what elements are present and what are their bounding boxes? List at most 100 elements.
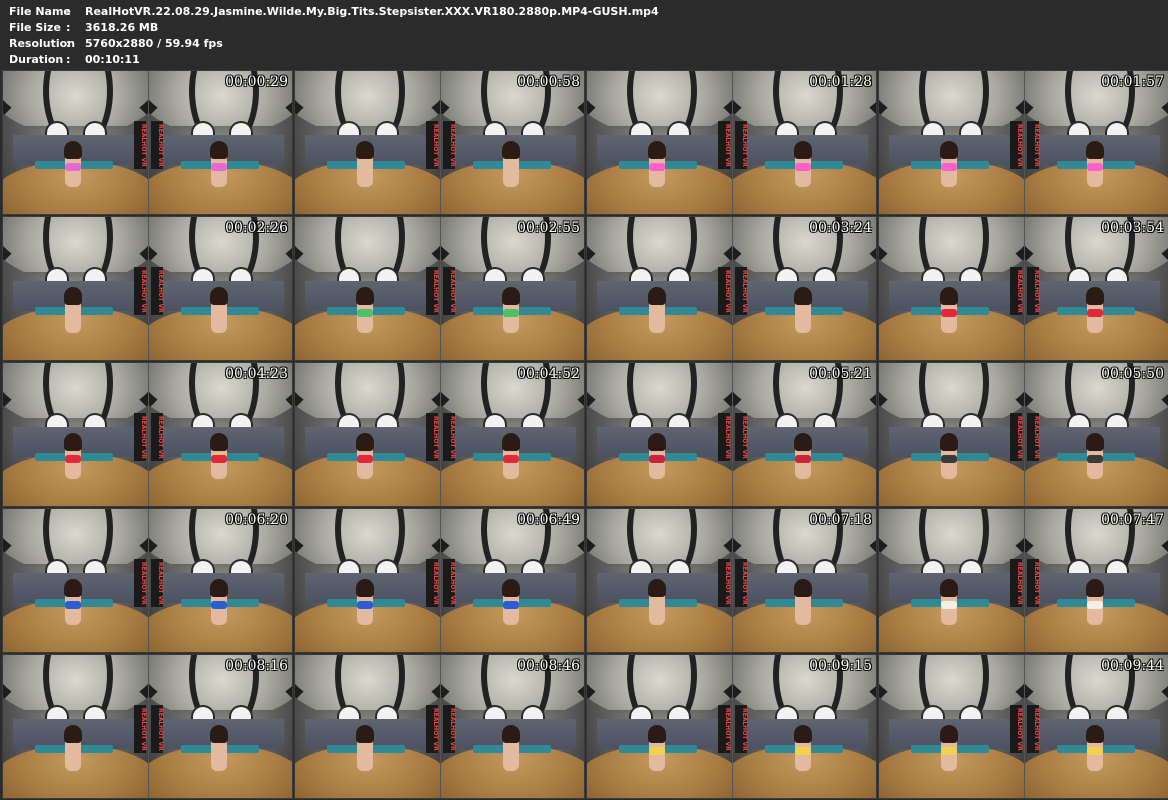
stereo-view-left: REALHOT VR [3, 363, 148, 506]
stereo-view-right: REALHOT VR [1025, 655, 1168, 798]
timestamp: 00:04:52 [517, 366, 580, 382]
room-scene: REALHOT VR [149, 655, 292, 798]
stereo-view-left: REALHOT VR [3, 509, 148, 652]
figure-hair [64, 725, 82, 743]
figure-hair [940, 141, 958, 159]
figure-garment [503, 601, 519, 609]
room-scene: REALHOT VR [295, 655, 440, 798]
timestamp: 00:09:15 [809, 658, 872, 674]
figure [356, 725, 374, 771]
watermark-logo: REALHOT VR [1027, 559, 1040, 607]
figure [210, 579, 228, 625]
room-scene: REALHOT VR [879, 71, 1024, 214]
thumbnail: REALHOT VR REALHOT VR 00:07:47 [878, 508, 1168, 653]
figure [794, 141, 812, 187]
figure-hair [940, 287, 958, 305]
thumbnail: REALHOT VR REALHOT VR 00:08:46 [294, 654, 585, 799]
room-scene: REALHOT VR [879, 509, 1024, 652]
stereo-view-left: REALHOT VR [587, 217, 732, 360]
figure-hair [210, 433, 228, 451]
info-label: Duration [9, 53, 64, 66]
figure-hair [64, 579, 82, 597]
stereo-view-left: REALHOT VR [587, 655, 732, 798]
figure-hair [794, 725, 812, 743]
figure-garment [795, 455, 811, 463]
figure [1086, 433, 1104, 479]
watermark-logo: REALHOT VR [1027, 121, 1040, 169]
figure-hair [356, 433, 374, 451]
info-separator: : [66, 21, 71, 34]
room-scene: REALHOT VR [733, 363, 876, 506]
info-label: File Name [9, 5, 71, 18]
figure [794, 579, 812, 625]
figure [356, 579, 374, 625]
figure-garment [1087, 601, 1103, 609]
room-scene: REALHOT VR [733, 71, 876, 214]
watermark-logo: REALHOT VR [718, 267, 731, 315]
thumbnail: REALHOT VR REALHOT VR 00:08:16 [2, 654, 293, 799]
stereo-view-right: REALHOT VR [1025, 363, 1168, 506]
info-value: 3618.26 MB [85, 21, 159, 34]
figure [940, 433, 958, 479]
watermark-logo: REALHOT VR [718, 413, 731, 461]
room-scene: REALHOT VR [879, 655, 1024, 798]
stereo-view-right: REALHOT VR [733, 509, 876, 652]
stereo-view-right: REALHOT VR [733, 217, 876, 360]
figure-garment [795, 163, 811, 171]
figure-hair [356, 287, 374, 305]
room-scene: REALHOT VR [587, 217, 732, 360]
room-scene: REALHOT VR [295, 509, 440, 652]
figure [210, 141, 228, 187]
figure-garment [211, 309, 227, 317]
stereo-view-left: REALHOT VR [587, 363, 732, 506]
info-label: File Size [9, 21, 61, 34]
watermark-logo: REALHOT VR [443, 413, 456, 461]
stereo-view-right: REALHOT VR [1025, 509, 1168, 652]
stereo-view-right: REALHOT VR [149, 363, 292, 506]
figure-hair [210, 579, 228, 597]
watermark-logo: REALHOT VR [443, 705, 456, 753]
stereo-view-right: REALHOT VR [149, 509, 292, 652]
figure-hair [1086, 579, 1104, 597]
watermark-logo: REALHOT VR [151, 121, 164, 169]
stereo-view-left: REALHOT VR [587, 71, 732, 214]
stereo-view-left: REALHOT VR [295, 217, 440, 360]
figure-garment [357, 455, 373, 463]
watermark-logo: REALHOT VR [718, 121, 731, 169]
figure-garment [211, 601, 227, 609]
figure-garment [1087, 163, 1103, 171]
figure [356, 433, 374, 479]
figure [210, 725, 228, 771]
figure [1086, 141, 1104, 187]
stereo-view-right: REALHOT VR [733, 71, 876, 214]
timestamp: 00:03:54 [1101, 220, 1164, 236]
thumbnail: REALHOT VR REALHOT VR 00:02:26 [2, 216, 293, 361]
figure-hair [502, 141, 520, 159]
figure-garment [65, 601, 81, 609]
room-scene: REALHOT VR [1025, 363, 1168, 506]
stereo-view-right: REALHOT VR [441, 217, 584, 360]
figure-garment [357, 601, 373, 609]
figure [64, 725, 82, 771]
info-separator: : [66, 5, 71, 18]
figure [648, 433, 666, 479]
stereo-view-right: REALHOT VR [441, 655, 584, 798]
figure-hair [648, 287, 666, 305]
watermark-logo: REALHOT VR [718, 705, 731, 753]
watermark-logo: REALHOT VR [443, 559, 456, 607]
room-scene: REALHOT VR [733, 509, 876, 652]
figure-garment [211, 163, 227, 171]
timestamp: 00:07:18 [809, 512, 872, 528]
figure-garment [795, 309, 811, 317]
watermark-logo: REALHOT VR [134, 413, 147, 461]
figure-hair [356, 579, 374, 597]
watermark-logo: REALHOT VR [1027, 705, 1040, 753]
room-scene: REALHOT VR [3, 71, 148, 214]
thumbnail: REALHOT VR REALHOT VR 00:03:24 [586, 216, 877, 361]
stereo-view-left: REALHOT VR [3, 655, 148, 798]
figure-garment [357, 309, 373, 317]
room-scene: REALHOT VR [295, 363, 440, 506]
figure-garment [503, 163, 519, 171]
watermark-logo: REALHOT VR [134, 267, 147, 315]
timestamp: 00:00:58 [517, 74, 580, 90]
